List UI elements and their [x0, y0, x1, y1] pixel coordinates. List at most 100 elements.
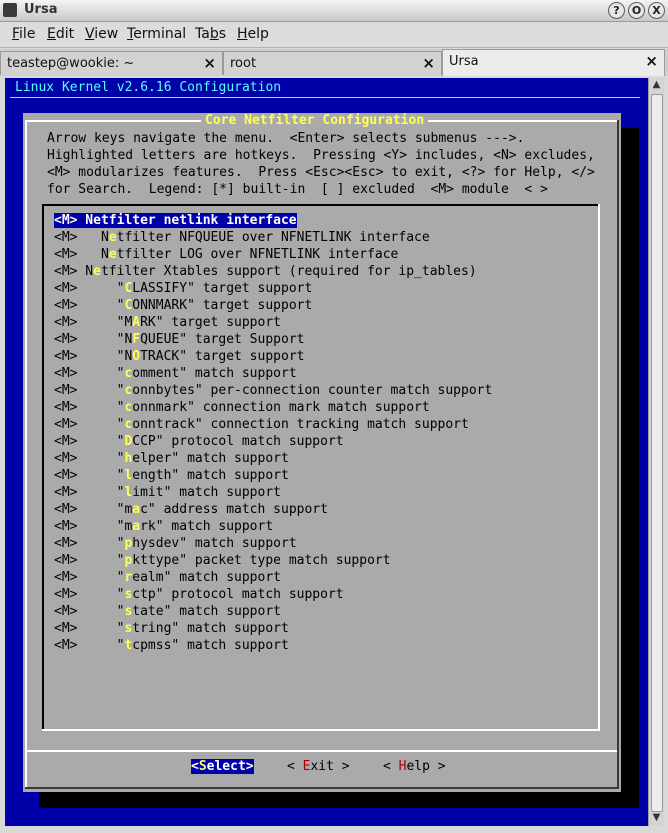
- menu-item-text: <M> "mark" match support: [54, 519, 273, 534]
- tab-ursa[interactable]: Ursa ×: [442, 49, 665, 76]
- config-menu-item[interactable]: <M> "comment" match support: [54, 365, 492, 382]
- help-line: for Search. Legend: [*] built-in [ ] exc…: [47, 182, 548, 197]
- config-menu-item[interactable]: <M> "realm" match support: [54, 569, 492, 586]
- menu-item-text: <M> "connmark" connection mark match sup…: [54, 400, 430, 415]
- menu-item-text: <M> "conntrack" connection tracking matc…: [54, 417, 469, 432]
- dialog-border-right: [617, 120, 619, 788]
- config-menu-item[interactable]: <M> "conntrack" connection tracking matc…: [54, 416, 492, 433]
- menu-item-label: <M> "m: [54, 519, 133, 534]
- menu-item-label: c" address match support: [140, 502, 328, 517]
- config-menu-item[interactable]: <M> "sctp" protocol match support: [54, 586, 492, 603]
- menu-edit[interactable]: Edit: [47, 26, 74, 42]
- dialog-shadow-bottom: [39, 792, 639, 808]
- menu-item-label: cpmss" match support: [132, 638, 289, 653]
- menu-item-label: <M> ": [54, 298, 125, 313]
- config-menu-item[interactable]: <M> "length" match support: [54, 467, 492, 484]
- menu-item-label: > Netfilter netlink interface: [69, 213, 297, 228]
- menu-item-text: <M> "CONNMARK" target support: [54, 298, 312, 313]
- scrollbar-thumb[interactable]: [651, 94, 663, 812]
- menu-item-label: ealm" match support: [132, 570, 281, 585]
- menu-item-label: tfilter LOG over NFNETLINK interface: [116, 247, 399, 262]
- menu-item-label: <M> ": [54, 604, 125, 619]
- config-menu-item[interactable]: <M> "CLASSIFY" target support: [54, 280, 492, 297]
- config-menu-item[interactable]: <M> "mac" address match support: [54, 501, 492, 518]
- hotkey-letter: e: [108, 230, 117, 245]
- menu-item-text: <M> "connbytes" per-connection counter m…: [54, 383, 492, 398]
- config-menu-item[interactable]: <M> "tcpmss" match support: [54, 637, 492, 654]
- exit-button[interactable]: < Exit >: [287, 759, 350, 774]
- config-menu-item[interactable]: <M> "state" match support: [54, 603, 492, 620]
- menu-listbox: <M> Netfilter netlink interface <M> Netfi…: [42, 204, 600, 731]
- scroll-down-arrow-icon[interactable]: ▼: [649, 812, 664, 825]
- menu-file[interactable]: File: [12, 26, 35, 42]
- terminal-screen[interactable]: Linux Kernel v2.6.16 Configuration Core …: [5, 78, 648, 826]
- menu-item-text: <M> Netfilter Xtables support (required …: [54, 264, 477, 279]
- header-divider: [10, 97, 640, 98]
- menu-item-label: <: [54, 213, 62, 228]
- config-menu-item[interactable]: <M> "physdev" match support: [54, 535, 492, 552]
- window-titlebar[interactable]: Ursa ? O X: [0, 0, 668, 22]
- select-button[interactable]: <Select>: [191, 759, 254, 774]
- config-menu-item[interactable]: <M> "pkttype" packet type match support: [54, 552, 492, 569]
- menu-help[interactable]: Help: [237, 26, 269, 42]
- config-menu-item[interactable]: <M> "CONNMARK" target support: [54, 297, 492, 314]
- window-title: Ursa: [24, 2, 58, 17]
- menu-item-label: <M> "m: [54, 502, 133, 517]
- menu-item-label: QUEUE" target Support: [140, 332, 305, 347]
- menu-item-text: <M> "length" match support: [54, 468, 289, 483]
- menu-items: <M> Netfilter netlink interface <M> Netfi…: [54, 212, 492, 654]
- menu-item-text: <M> "NOTRACK" target support: [54, 349, 304, 364]
- config-menu-item[interactable]: <M> "DCCP" protocol match support: [54, 433, 492, 450]
- config-menu-item[interactable]: <M> "connbytes" per-connection counter m…: [54, 382, 492, 399]
- menu-item-text: <M> "limit" match support: [54, 485, 281, 500]
- close-tab-icon[interactable]: ×: [645, 52, 658, 70]
- menu-item-text: <M> "state" match support: [54, 604, 281, 619]
- config-menu-item[interactable]: <M> Netfilter Xtables support (required …: [54, 263, 492, 280]
- close-window-button[interactable]: X: [648, 2, 665, 19]
- hotkey-letter: F: [132, 332, 141, 347]
- scroll-up-arrow-icon[interactable]: ▲: [649, 79, 664, 92]
- menu-item-text: <M> Netfilter LOG over NFNETLINK interfa…: [54, 247, 398, 262]
- menu-item-label: onnbytes" per-connection counter match s…: [132, 383, 493, 398]
- menu-item-text: <M> "sctp" protocol match support: [54, 587, 344, 602]
- menu-item-label: kttype" packet type match support: [132, 553, 391, 568]
- dialog-title: Core Netfilter Configuration: [201, 113, 429, 128]
- help-button[interactable]: < Help >: [383, 759, 446, 774]
- menu-item-label: <M> ": [54, 553, 125, 568]
- hotkey-letter: O: [132, 349, 141, 364]
- menu-view[interactable]: View: [85, 26, 118, 42]
- config-menu-item[interactable]: <M> "mark" match support: [54, 518, 492, 535]
- maximize-window-button[interactable]: O: [628, 2, 645, 19]
- vertical-scrollbar[interactable]: ▲ ▼: [648, 78, 664, 826]
- hotkey-letter: a: [132, 502, 141, 517]
- help-window-button[interactable]: ?: [608, 2, 625, 19]
- config-menu-item[interactable]: <M> Netfilter netlink interface: [54, 212, 492, 229]
- tab-teastep[interactable]: teastep@wookie: ~ ×: [0, 51, 223, 75]
- menu-terminal[interactable]: Terminal: [127, 26, 186, 42]
- menu-item-label: <M> ": [54, 383, 125, 398]
- config-menu-item[interactable]: <M> "connmark" connection mark match sup…: [54, 399, 492, 416]
- config-menu-item[interactable]: <M> "string" match support: [54, 620, 492, 637]
- menu-item-label: <M> ": [54, 638, 125, 653]
- hotkey-letter: A: [132, 315, 141, 330]
- tab-root[interactable]: root ×: [223, 51, 442, 75]
- menu-item-label: <M> N: [54, 230, 109, 245]
- menu-tabs[interactable]: Tabs: [195, 26, 226, 42]
- menu-item-label: tring" match support: [132, 621, 289, 636]
- config-menu-item[interactable]: <M> "NOTRACK" target support: [54, 348, 492, 365]
- config-menu-item[interactable]: <M> "helper" match support: [54, 450, 492, 467]
- config-menu-item[interactable]: <M> Netfilter NFQUEUE over NFNETLINK int…: [54, 229, 492, 246]
- menu-item-label: <M> ": [54, 570, 125, 585]
- config-menu-item[interactable]: <M> "MARK" target support: [54, 314, 492, 331]
- hotkey-letter: e: [93, 264, 101, 279]
- help-line: Arrow keys navigate the menu. <Enter> se…: [47, 131, 525, 146]
- menu-item-label: <M> N: [54, 247, 109, 262]
- menu-item-label: omment" match support: [132, 366, 297, 381]
- config-menu-item[interactable]: <M> "limit" match support: [54, 484, 492, 501]
- config-menu-item[interactable]: <M> "NFQUEUE" target Support: [54, 331, 492, 348]
- menu-item-text: <M> "pkttype" packet type match support: [54, 553, 391, 568]
- config-menu-item[interactable]: <M> Netfilter LOG over NFNETLINK interfa…: [54, 246, 492, 263]
- close-tab-icon[interactable]: ×: [203, 54, 216, 72]
- help-line: <M> modularizes features. Press <Esc><Es…: [47, 165, 595, 180]
- close-tab-icon[interactable]: ×: [422, 54, 435, 72]
